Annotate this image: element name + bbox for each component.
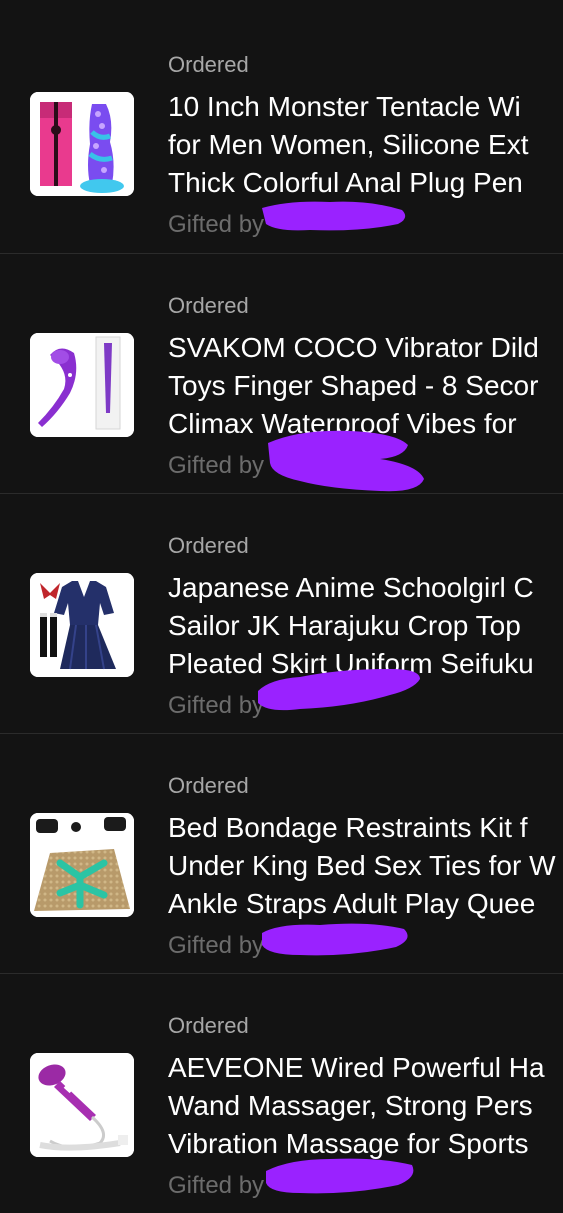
row-divider [0,973,563,974]
gifted-by-label: Gifted by [168,1172,265,1199]
order-row[interactable]: Ordered Bed Bondage Restraints Kit f Und… [0,733,563,973]
product-title[interactable]: 10 Inch Monster Tentacle Wi for Men Wome… [168,88,563,202]
product-title-line: Climax Waterproof Vibes for [168,408,517,439]
product-title[interactable]: SVAKOM COCO Vibrator Dild Toys Finger Sh… [168,329,563,443]
row-divider [0,253,563,254]
product-title[interactable]: Japanese Anime Schoolgirl C Sailor JK Ha… [168,569,563,683]
row-divider [0,493,563,494]
product-title-line: Thick Colorful Anal Plug Pen [168,167,523,198]
tentacle-toy-product-image[interactable] [30,92,134,196]
order-status: Ordered [168,533,249,558]
order-row[interactable]: Ordered AEVEONE Wired Powerful Ha Wand M… [0,973,563,1213]
bed-restraints-product-image[interactable] [30,813,134,917]
gifted-by-label: Gifted by [168,692,265,719]
order-row[interactable]: Ordered 10 Inch Monster Tentacle Wi for … [0,12,563,252]
product-title-line: Bed Bondage Restraints Kit f [168,812,528,843]
product-title[interactable]: AEVEONE Wired Powerful Ha Wand Massager,… [168,1049,563,1163]
sailor-uniform-product-image[interactable] [30,573,134,677]
gifted-by-label: Gifted by [168,211,265,238]
product-title-line: Sailor JK Harajuku Crop Top [168,610,521,641]
product-title-line: Toys Finger Shaped - 8 Secor [168,370,539,401]
product-title-line: AEVEONE Wired Powerful Ha [168,1052,545,1083]
product-title-line: Ankle Straps Adult Play Quee [168,888,536,919]
order-status: Ordered [168,1013,249,1038]
product-title-line: for Men Women, Silicone Ext [168,129,529,160]
order-status: Ordered [168,773,249,798]
order-status: Ordered [168,293,249,318]
wand-massager-product-image[interactable] [30,1053,134,1157]
order-status: Ordered [168,52,249,77]
row-divider [0,733,563,734]
vibrator-product-image[interactable] [30,333,134,437]
product-title-line: Japanese Anime Schoolgirl C [168,572,534,603]
product-title-line: Pleated Skirt Uniform Seifuku [168,648,534,679]
gifted-by-label: Gifted by [168,452,265,479]
gifted-by-label: Gifted by [168,932,265,959]
product-title-line: 10 Inch Monster Tentacle Wi [168,91,521,122]
order-row[interactable]: Ordered SVAKOM COCO Vibrator Dild Toys F… [0,253,563,493]
product-title-line: Vibration Massage for Sports [168,1128,529,1159]
product-title-line: Wand Massager, Strong Pers [168,1090,533,1121]
product-title-line: SVAKOM COCO Vibrator Dild [168,332,539,363]
product-title-line: Under King Bed Sex Ties for W [168,850,556,881]
order-row[interactable]: Ordered Japanese Anime Schoolgirl C Sail… [0,493,563,733]
orders-list: Ordered 10 Inch Monster Tentacle Wi for … [0,0,563,1200]
product-title[interactable]: Bed Bondage Restraints Kit f Under King … [168,809,563,923]
